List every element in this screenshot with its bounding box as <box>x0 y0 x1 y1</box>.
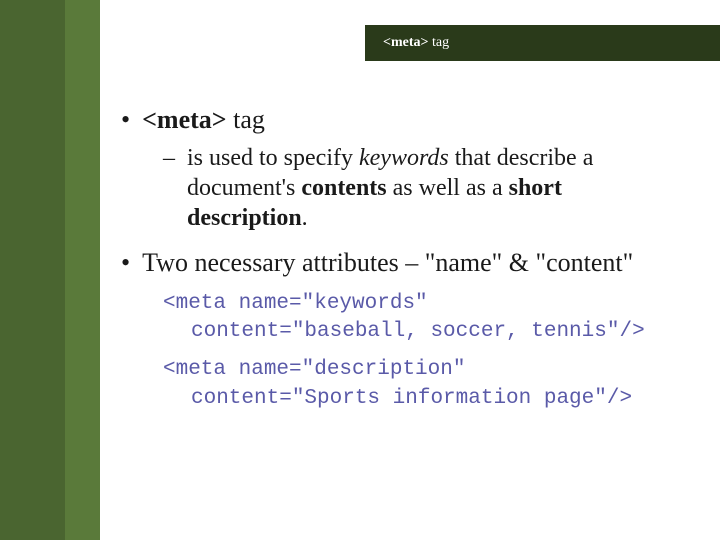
code1-line1: <meta name="keywords" <box>163 290 680 318</box>
code1-line2: content="baseball, soccer, tennis"/> <box>163 318 680 346</box>
header-tag-suffix: tag <box>429 35 450 50</box>
desc-pre: is used to specify <box>187 145 359 171</box>
desc-contents: contents <box>301 175 386 201</box>
bullet-meta-tag: <meta> tag <box>125 105 680 135</box>
attributes-text: Two necessary attributes – "name" & "con… <box>142 247 633 280</box>
slide-content: <meta> tag is used to specify keywords t… <box>125 105 680 423</box>
sidebar-left-inner <box>0 0 65 540</box>
meta-tag-bold: <meta> <box>142 105 227 134</box>
slide-title-bar: <meta> tag <box>365 25 720 61</box>
desc-mid2: as well as a <box>387 175 509 201</box>
desc-keywords: keywords <box>359 145 449 171</box>
code2-line1: <meta name="description" <box>163 356 680 384</box>
code-example-keywords: <meta name="keywords" content="baseball,… <box>163 290 680 347</box>
header-tag-bold: <meta> <box>383 35 429 50</box>
code-example-description: <meta name="description" content="Sports… <box>163 356 680 413</box>
dash-description: is used to specify keywords that describ… <box>163 143 680 233</box>
desc-end: . <box>302 205 308 231</box>
code2-line2: content="Sports information page"/> <box>163 385 680 413</box>
bullet-attributes: Two necessary attributes – "name" & "con… <box>125 247 680 280</box>
meta-tag-suffix: tag <box>227 105 265 134</box>
